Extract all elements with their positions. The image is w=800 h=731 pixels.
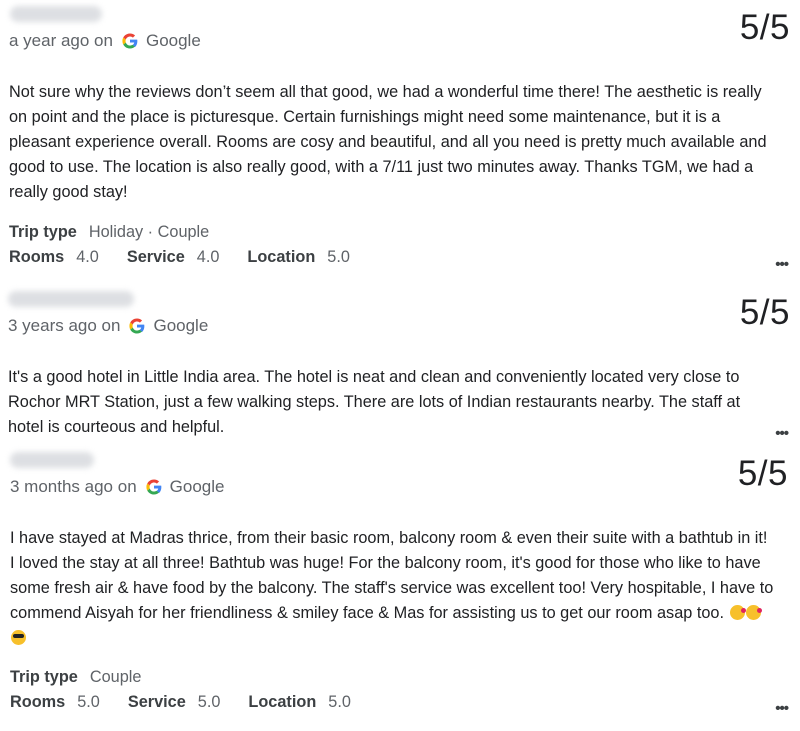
more-options-icon[interactable]: ••• [775, 425, 789, 442]
trip-type-value: Couple [89, 668, 142, 686]
rating-label: Location [248, 693, 317, 711]
review-score: 5/5 [739, 8, 790, 47]
review-meta: 3 months ago on Google [10, 477, 224, 497]
trip-type-label: Trip type [10, 668, 78, 686]
rating-label: Service [126, 248, 185, 266]
rating-label: Service [127, 693, 186, 711]
rating-label: Rooms [9, 248, 65, 266]
ratings-row: Rooms 4.0 Service 4.0 Location 5.0 [9, 248, 378, 267]
trip-type-row: Trip type Holiday · Couple [9, 223, 209, 242]
review-meta: 3 years ago on Google [8, 316, 208, 336]
trip-type-label: Trip type [9, 223, 77, 241]
reviewer-name-redacted [8, 291, 134, 307]
review-source: Google [169, 477, 225, 496]
review-source: Google [153, 316, 209, 335]
more-options-icon[interactable]: ••• [775, 700, 789, 717]
review-time: 3 years ago on [8, 316, 121, 335]
trip-type-value: Holiday · Couple [88, 223, 210, 241]
google-g-icon [129, 318, 145, 334]
rating-value: 5.0 [77, 693, 100, 711]
sunglasses-emoji-icon [11, 630, 26, 645]
google-g-icon [146, 479, 162, 495]
review-meta: a year ago on Google [9, 31, 201, 51]
rating-value: 5.0 [197, 693, 221, 711]
review-text-body: I have stayed at Madras thrice, from the… [10, 529, 774, 622]
review-time: 3 months ago on [10, 477, 137, 496]
rating-value: 4.0 [76, 248, 99, 266]
kissing-face-emoji-icon [729, 605, 746, 620]
trip-type-row: Trip type Couple [10, 668, 141, 687]
review-time: a year ago on [9, 31, 113, 50]
review-text: Not sure why the reviews don’t seem all … [9, 83, 767, 201]
review-card: a year ago on Google 5/5 Not sure why th… [0, 0, 800, 280]
review-source: Google [145, 31, 201, 50]
google-g-icon [122, 33, 138, 49]
more-options-icon[interactable]: ••• [775, 256, 789, 273]
kissing-face-emoji-icon [745, 605, 762, 620]
rating-value: 5.0 [328, 693, 351, 711]
rating-label: Location [247, 248, 316, 266]
review-text: I have stayed at Madras thrice, from the… [10, 526, 775, 651]
rating-value: 5.0 [327, 248, 350, 266]
rating-label: Rooms [10, 693, 66, 711]
review-score: 5/5 [739, 293, 790, 332]
review-card: 3 months ago on Google 5/5 I have stayed… [0, 446, 800, 731]
reviewer-name-redacted [10, 6, 102, 22]
rating-value: 4.0 [196, 248, 220, 266]
review-text: It's a good hotel in Little India area. … [8, 368, 741, 436]
review-score: 5/5 [737, 454, 788, 493]
review-card: 3 years ago on Google 5/5 It's a good ho… [0, 285, 800, 445]
reviewer-name-redacted [10, 452, 94, 468]
ratings-row: Rooms 5.0 Service 5.0 Location 5.0 [10, 693, 379, 712]
